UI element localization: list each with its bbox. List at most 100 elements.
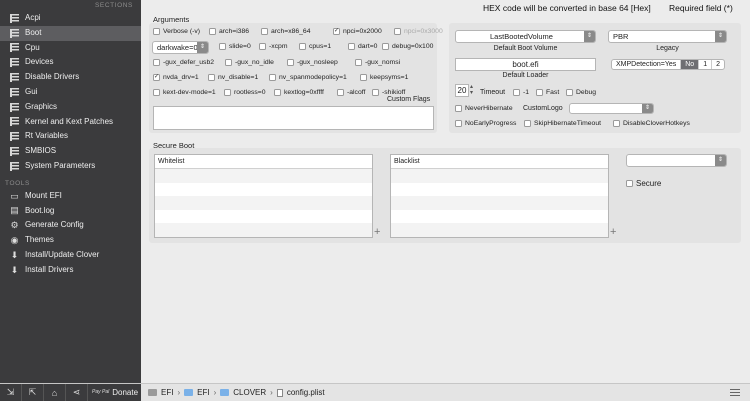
custom-logo-select[interactable]: ⇕ (569, 103, 654, 114)
checkbox-box[interactable] (287, 59, 294, 66)
add-blacklist-button[interactable]: + (610, 227, 616, 238)
argument-checkbox[interactable]: ✓ npci=0x2000 (333, 28, 382, 35)
legacy-select[interactable]: PBR ⇕ (608, 30, 727, 43)
share-button[interactable]: ⋖ (66, 384, 88, 401)
argument-checkbox[interactable]: nv_spanmodepolicy=1 (269, 74, 347, 81)
timeout-option-checkbox[interactable]: Debug (566, 89, 596, 96)
tool-item[interactable]: ⚙ Generate Config (0, 218, 141, 233)
table-row[interactable] (155, 183, 372, 197)
darkwake-select[interactable]: darkwake=0 ⇕ (152, 41, 209, 54)
checkbox-box[interactable] (566, 89, 573, 96)
tool-item[interactable]: ▭ Mount EFI (0, 189, 141, 204)
timeout-stepper[interactable]: ▴ ▾ (470, 84, 473, 96)
custom-flags-input[interactable] (153, 106, 434, 130)
boot-option-checkbox[interactable]: DisableCloverHotkeys (613, 120, 690, 127)
checkbox-box[interactable] (524, 120, 531, 127)
export-button[interactable]: ⇱ (22, 384, 44, 401)
checkbox-box[interactable] (153, 59, 160, 66)
secure-boot-policy-select[interactable]: ⇕ (626, 154, 727, 167)
tool-item[interactable]: ▤ Boot.log (0, 204, 141, 219)
checkbox-box[interactable] (337, 89, 344, 96)
table-row[interactable] (391, 183, 608, 197)
breadcrumb-item[interactable]: CLOVER (233, 388, 266, 397)
checkbox-box[interactable] (455, 105, 462, 112)
table-row[interactable] (391, 196, 608, 210)
boot-option-checkbox[interactable]: NoEarlyProgress (455, 120, 516, 127)
argument-checkbox[interactable]: rootless=0 (224, 89, 266, 96)
argument-checkbox[interactable]: debug=0x100 (382, 43, 433, 50)
sidebar-item[interactable]: Boot (0, 25, 141, 41)
argument-checkbox[interactable]: nv_disable=1 (208, 74, 258, 81)
checkbox-box[interactable] (153, 89, 160, 96)
argument-checkbox[interactable]: keepsyms=1 (360, 74, 408, 81)
argument-checkbox[interactable]: kextlog=0xffff (274, 89, 324, 96)
argument-checkbox[interactable]: -xcpm (259, 43, 288, 50)
home-button[interactable]: ⌂ (44, 384, 66, 401)
xmp-detection-control[interactable]: XMPDetection=Yes No 1 2 (611, 59, 726, 70)
checkbox-box[interactable] (348, 43, 355, 50)
timeout-option-checkbox[interactable]: -1 (513, 89, 529, 96)
argument-checkbox[interactable]: -gux_defer_usb2 (153, 59, 214, 66)
sidebar-item[interactable]: Gui (0, 85, 141, 100)
menu-icon[interactable] (730, 389, 740, 396)
checkbox-box[interactable] (382, 43, 389, 50)
xmp-option[interactable]: No (681, 60, 700, 69)
table-row[interactable] (391, 210, 608, 224)
argument-checkbox[interactable]: cpus=1 (299, 43, 331, 50)
sidebar-item[interactable]: Cpu (0, 41, 141, 56)
checkbox-box[interactable] (219, 43, 226, 50)
checkbox-box[interactable] (613, 120, 620, 127)
sidebar-item[interactable]: Disable Drivers (0, 70, 141, 85)
sidebar-item[interactable]: Kernel and Kext Patches (0, 115, 141, 130)
table-row[interactable] (155, 223, 372, 237)
argument-checkbox[interactable]: ✓ nvda_drv=1 (153, 74, 199, 81)
boot-option-checkbox[interactable]: SkipHibernateTimeout (524, 120, 601, 127)
secure-checkbox[interactable]: Secure (626, 179, 661, 188)
checkbox-box[interactable] (299, 43, 306, 50)
checkbox-box[interactable] (355, 59, 362, 66)
blacklist-table[interactable]: Blacklist (390, 154, 609, 238)
timeout-option-checkbox[interactable]: Fast (536, 89, 559, 96)
checkbox-box[interactable] (259, 43, 266, 50)
argument-checkbox[interactable]: npci=0x3000 (394, 28, 443, 35)
sidebar-item[interactable]: System Parameters (0, 159, 141, 174)
donate-button[interactable]: Pay Pal Donate (92, 388, 138, 397)
table-row[interactable] (391, 169, 608, 183)
checkbox-box[interactable] (269, 74, 276, 81)
sidebar-item[interactable]: SMBIOS (0, 144, 141, 159)
breadcrumb-item[interactable]: EFI (161, 388, 173, 397)
never-hibernate-checkbox[interactable]: NeverHibernate (455, 105, 513, 112)
argument-checkbox[interactable]: -gux_no_idle (225, 59, 274, 66)
xmp-option[interactable]: 2 (712, 60, 724, 69)
checkbox-box[interactable] (225, 59, 232, 66)
checkbox-box[interactable] (513, 89, 520, 96)
add-whitelist-button[interactable]: + (374, 227, 380, 238)
checkbox-box[interactable] (261, 28, 268, 35)
argument-checkbox[interactable]: -shikioff (372, 89, 405, 96)
checkbox-box[interactable] (360, 74, 367, 81)
checkbox-box[interactable]: ✓ (333, 28, 340, 35)
table-row[interactable] (391, 223, 608, 237)
whitelist-table[interactable]: Whitelist (154, 154, 373, 238)
checkbox-box[interactable] (224, 89, 231, 96)
checkbox-box[interactable] (274, 89, 281, 96)
timeout-input[interactable]: 20 (455, 84, 469, 97)
argument-checkbox[interactable]: -gux_nomsi (355, 59, 400, 66)
argument-checkbox[interactable]: arch=x86_64 (261, 28, 311, 35)
sidebar-item[interactable]: Rt Variables (0, 129, 141, 144)
checkbox-box[interactable] (153, 28, 160, 35)
checkbox-box[interactable] (394, 28, 401, 35)
sidebar-item[interactable]: Graphics (0, 100, 141, 115)
table-row[interactable] (155, 169, 372, 183)
default-boot-volume-select[interactable]: LastBootedVolume ⇕ (455, 30, 596, 43)
xmp-option[interactable]: 1 (699, 60, 713, 69)
checkbox-box[interactable] (626, 180, 633, 187)
argument-checkbox[interactable]: slide=0 (219, 43, 251, 50)
table-row[interactable] (155, 196, 372, 210)
argument-checkbox[interactable]: dart=0 (348, 43, 377, 50)
argument-checkbox[interactable]: Verbose (-v) (153, 28, 200, 35)
argument-checkbox[interactable]: -gux_nosleep (287, 59, 338, 66)
argument-checkbox[interactable]: -alcoff (337, 89, 365, 96)
checkbox-box[interactable] (536, 89, 543, 96)
argument-checkbox[interactable]: kext-dev-mode=1 (153, 89, 216, 96)
